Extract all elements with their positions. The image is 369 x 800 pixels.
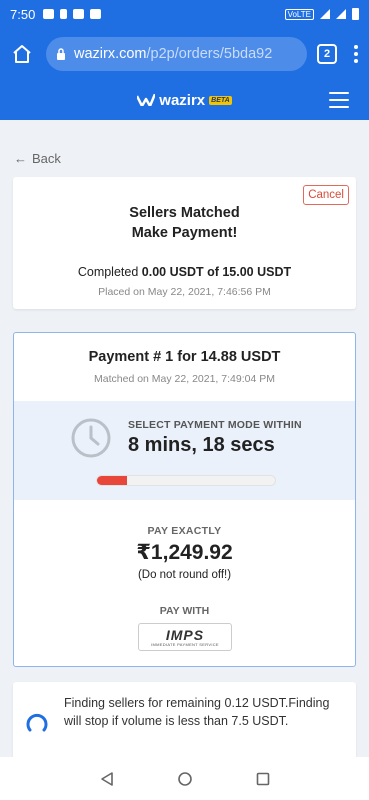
nav-home-icon[interactable] (177, 771, 193, 787)
battery-saver-icon (60, 9, 68, 19)
imps-logo: IMPS (165, 626, 205, 643)
payment-timer-section: SELECT PAYMENT MODE WITHIN 8 mins, 18 se… (14, 401, 355, 500)
timer-progress-bar (96, 475, 276, 486)
arrow-left-icon: ← (14, 151, 27, 166)
home-button[interactable] (8, 40, 36, 68)
nav-back-icon[interactable] (99, 771, 115, 787)
signal-icon (336, 9, 346, 19)
completed-amount: 0.00 USDT of 15.00 USDT (141, 265, 292, 279)
round-off-note: (Do not round off!) (137, 569, 232, 581)
pay-exactly-label: PAY EXACTLY (147, 525, 222, 537)
payment-card: Payment # 1 for 14.88 USDT Matched on Ma… (13, 332, 356, 667)
order-summary-card: Cancel Sellers Matched Make Payment! Com… (13, 177, 356, 309)
android-nav-bar (0, 757, 369, 800)
nav-recents-icon[interactable] (255, 771, 271, 787)
back-label: Back (32, 151, 61, 166)
back-link[interactable]: ← Back (14, 151, 61, 166)
home-icon (13, 45, 31, 63)
wazirx-logo-icon (137, 94, 156, 106)
cancel-button[interactable]: Cancel (303, 185, 349, 205)
placed-timestamp: Placed on May 22, 2021, 7:46:56 PM (98, 286, 271, 298)
notification-icons (43, 9, 102, 19)
volte-badge: VoLTE (284, 8, 314, 20)
timer-label: SELECT PAYMENT MODE WITHIN (128, 419, 302, 431)
browser-toolbar: wazirx.com/p2p/orders/5bda92 2 (0, 28, 369, 80)
brand-name: wazirx (159, 91, 206, 109)
order-status-title: Sellers Matched Make Payment! (13, 203, 356, 243)
image-icon (90, 9, 102, 19)
url-domain: wazirx.com (74, 46, 147, 62)
finding-sellers-message: Finding sellers for remaining 0.12 USDT.… (64, 696, 330, 728)
timer-value: 8 mins, 18 secs (128, 434, 275, 456)
imps-payment-method[interactable]: IMPS IMMEDIATE PAYMENT SERVICE (138, 623, 232, 651)
imps-subtitle: IMMEDIATE PAYMENT SERVICE (151, 641, 219, 647)
clock-icon (71, 418, 111, 458)
wazirx-logo[interactable]: wazirx BETA (137, 91, 232, 109)
hamburger-menu-icon[interactable] (329, 92, 349, 108)
loading-spinner-icon (26, 713, 48, 732)
payment-title: Payment # 1 for 14.88 USDT (88, 349, 281, 365)
completed-status: Completed 0.00 USDT of 15.00 USDT (13, 265, 356, 279)
status-bar: 7:50 VoLTE (0, 0, 369, 28)
twitter-icon (43, 9, 55, 19)
title-line-1: Sellers Matched (129, 205, 240, 221)
notification-app-icon (73, 9, 85, 19)
address-bar[interactable]: wazirx.com/p2p/orders/5bda92 (46, 37, 307, 71)
tab-switcher-button[interactable]: 2 (317, 44, 337, 64)
beta-badge: BETA (209, 95, 232, 105)
title-line-2: Make Payment! (131, 225, 238, 241)
matched-timestamp: Matched on May 22, 2021, 7:49:04 PM (94, 373, 275, 385)
battery-icon (352, 8, 359, 20)
pay-with-label: PAY WITH (159, 605, 210, 617)
wifi-icon (320, 9, 330, 19)
payment-amount: ₹1,249.92 (136, 541, 233, 564)
completed-prefix: Completed (77, 265, 139, 279)
finding-sellers-card: Finding sellers for remaining 0.12 USDT.… (13, 682, 356, 760)
status-time: 7:50 (10, 6, 36, 22)
url-path: /p2p/orders/5bda92 (146, 46, 273, 62)
browser-menu-icon[interactable] (351, 45, 361, 63)
lock-icon (57, 48, 65, 60)
timer-progress-fill (97, 476, 128, 485)
app-header: wazirx BETA (0, 80, 369, 120)
